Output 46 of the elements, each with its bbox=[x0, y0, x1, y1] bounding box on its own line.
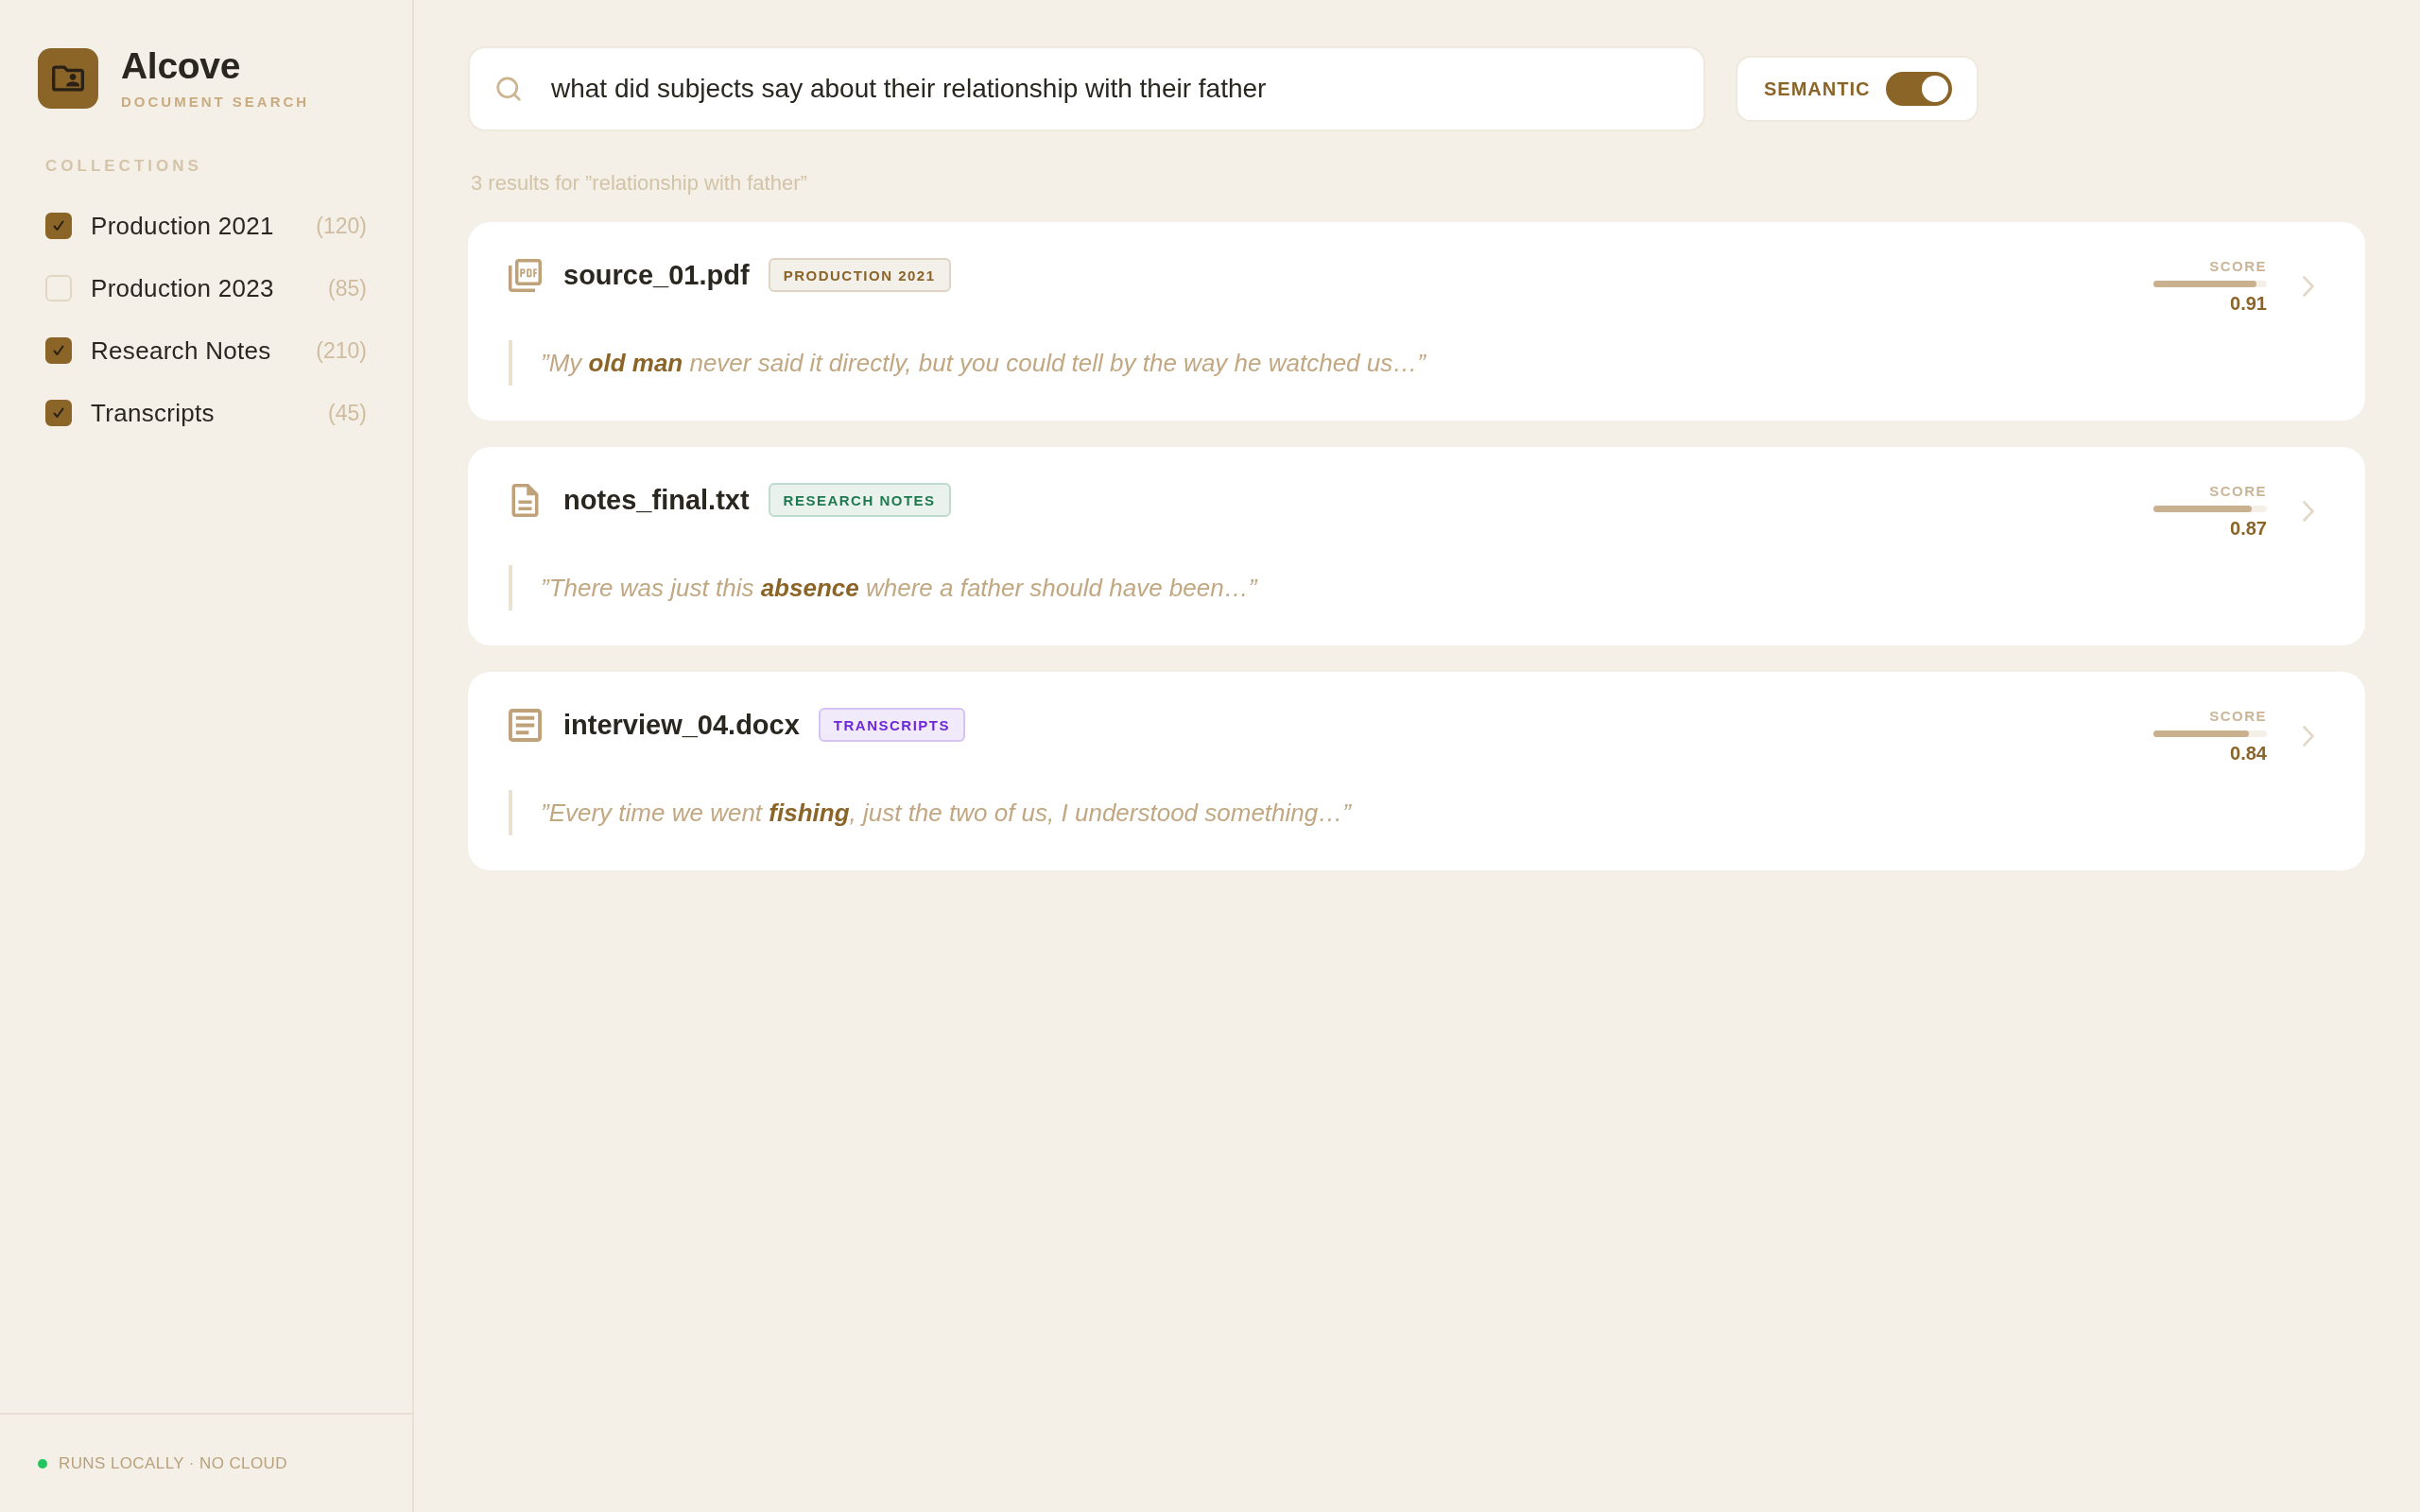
checkmark-icon bbox=[53, 345, 64, 356]
collection-count: (85) bbox=[328, 275, 367, 301]
collection-label[interactable]: Transcripts bbox=[91, 398, 215, 428]
score-label: SCORE bbox=[2209, 483, 2267, 499]
text-file-icon bbox=[509, 483, 542, 517]
result-card[interactable]: interview_04.docx TRANSCRIPTS ”Every time we went fishing, just the two of us, I understood something…” SCORE 0.84 bbox=[468, 672, 2365, 870]
search-field[interactable]: what did subjects say about their relationship with their father bbox=[468, 46, 1705, 131]
app-name: Alcove bbox=[121, 47, 242, 84]
footer-status-text: RUNS LOCALLY · NO CLOUD bbox=[59, 1453, 287, 1473]
snippet-text: ”My old man never said it directly, but you could tell by the way he watched us…” bbox=[541, 348, 1426, 378]
results-summary: 3 results for ”relationship with father” bbox=[471, 171, 807, 196]
collection-tag: TRANSCRIPTS bbox=[818, 708, 965, 742]
file-name: interview_04.docx bbox=[563, 709, 800, 741]
collection-count: (210) bbox=[316, 337, 367, 364]
pdf-file-icon bbox=[509, 258, 542, 292]
score-value: 0.84 bbox=[2230, 743, 2267, 765]
status-dot-icon bbox=[38, 1458, 47, 1469]
score-value: 0.91 bbox=[2230, 293, 2267, 315]
collection-count: (120) bbox=[316, 213, 367, 239]
score-label: SCORE bbox=[2209, 258, 2267, 274]
snippet-text: ”Every time we went fishing, just the two of us, I understood something…” bbox=[541, 798, 1351, 828]
collection-tag: PRODUCTION 2021 bbox=[768, 258, 951, 292]
collection-tag: RESEARCH NOTES bbox=[768, 483, 951, 517]
app-subtitle: DOCUMENT SEARCH bbox=[121, 94, 310, 110]
score-value: 0.87 bbox=[2230, 518, 2267, 540]
checkmark-icon bbox=[53, 407, 64, 419]
file-name: source_01.pdf bbox=[563, 259, 750, 291]
collection-label[interactable]: Research Notes bbox=[91, 335, 271, 366]
score-label: SCORE bbox=[2209, 708, 2267, 724]
collection-count: (45) bbox=[328, 400, 367, 426]
collection-label[interactable]: Production 2023 bbox=[91, 273, 274, 303]
checkmark-icon bbox=[53, 220, 64, 232]
search-icon bbox=[494, 75, 523, 103]
result-card[interactable]: source_01.pdf PRODUCTION 2021 ”My old man never said it directly, but you could tell by the way he watched us…” SCORE 0.91 bbox=[468, 222, 2365, 421]
section-heading: COLLECTIONS bbox=[45, 157, 203, 176]
result-card[interactable]: notes_final.txt RESEARCH NOTES ”There was just this absence where a father should have been…” SCORE 0.87 bbox=[468, 447, 2365, 645]
file-name: notes_final.txt bbox=[563, 484, 750, 516]
snippet-text: ”There was just this absence where a father should have been…” bbox=[541, 573, 1257, 603]
checkbox[interactable] bbox=[45, 337, 72, 364]
checkbox[interactable] bbox=[45, 400, 72, 426]
collection-label[interactable]: Production 2021 bbox=[91, 211, 274, 241]
folder-person-icon bbox=[38, 48, 98, 109]
toggle-label: SEMANTIC bbox=[1764, 77, 1871, 100]
checkbox[interactable] bbox=[45, 213, 72, 239]
toggle-switch[interactable] bbox=[1886, 72, 1952, 106]
article-icon bbox=[509, 708, 542, 742]
